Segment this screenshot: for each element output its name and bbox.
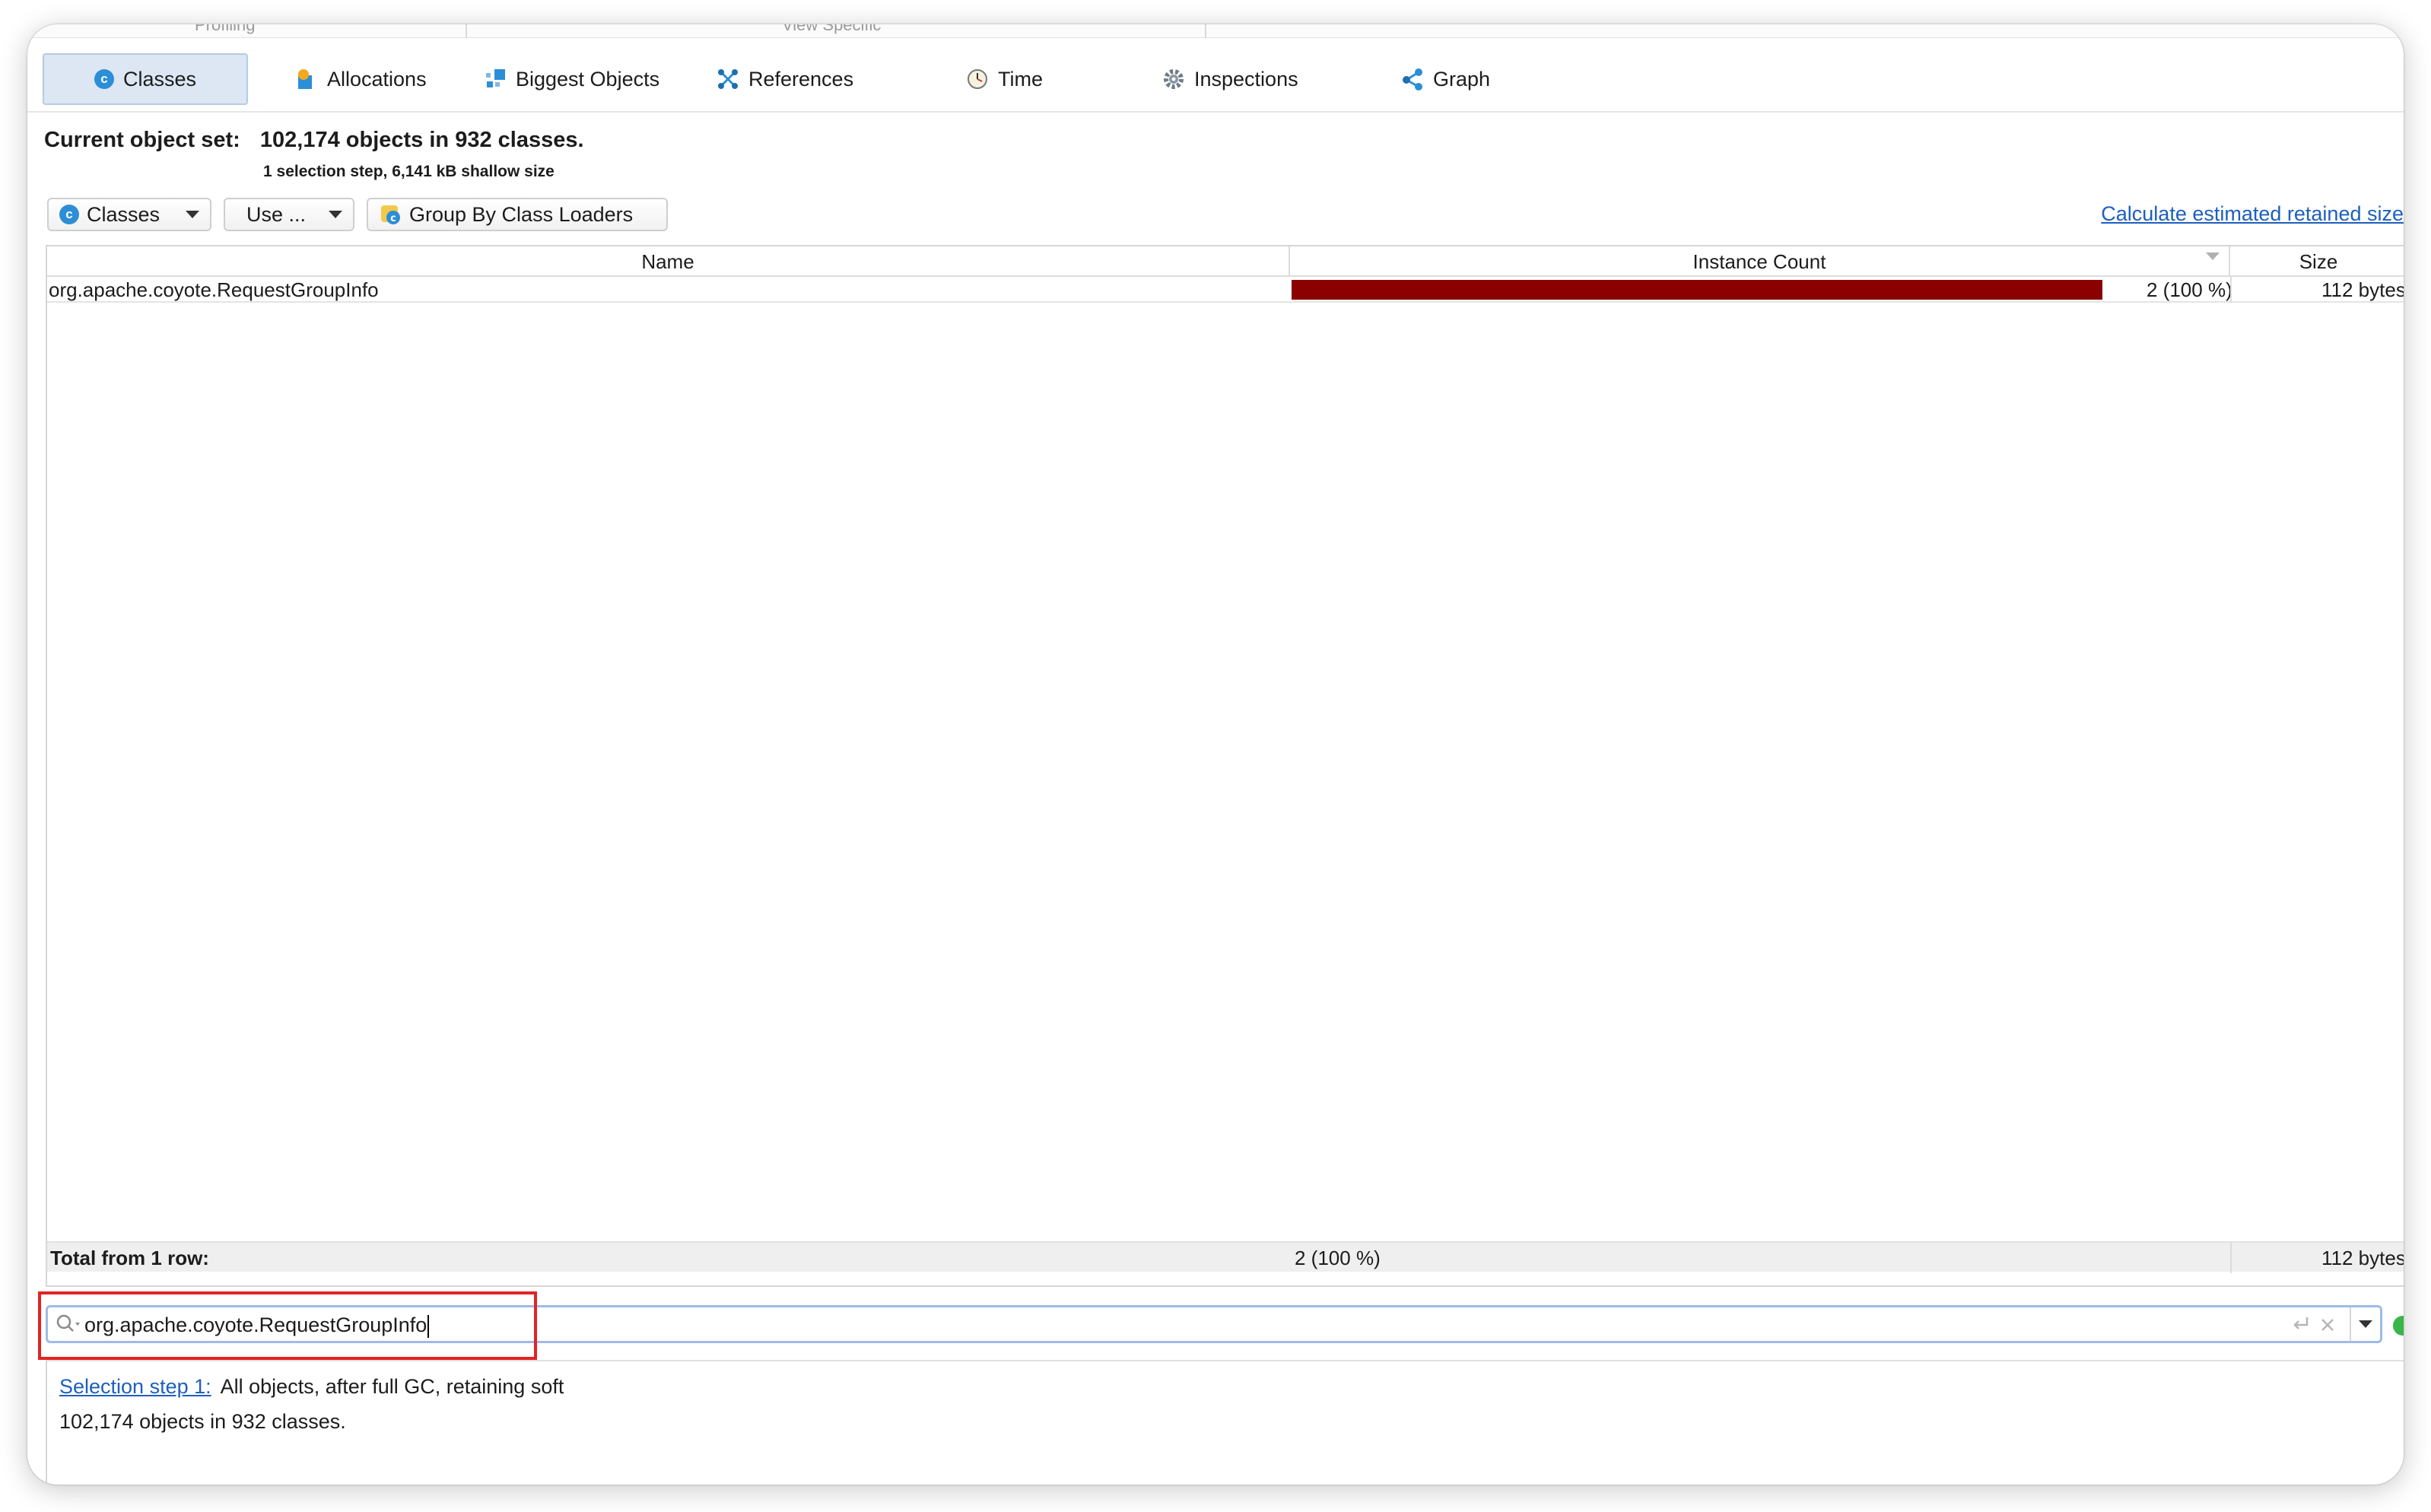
tab-label: Time [998, 67, 1043, 91]
svg-text:c: c [390, 213, 396, 224]
object-set-summary: 102,174 objects in 932 classes. [259, 128, 584, 152]
gear-icon [1162, 68, 1185, 91]
column-header-size[interactable]: Size [2230, 246, 2404, 277]
column-divider [2230, 277, 2232, 303]
class-loader-icon: c [379, 203, 402, 226]
allocations-icon [295, 68, 318, 91]
references-icon [717, 68, 739, 91]
selection-step-description: All objects, after full GC, retaining so… [220, 1375, 564, 1398]
column-header-instance-count[interactable]: Instance Count [1290, 246, 2230, 277]
clear-icon[interactable] [2318, 1313, 2337, 1339]
tab-time[interactable]: Time [955, 53, 1053, 105]
chevron-down-icon [186, 211, 199, 218]
instance-count-bar [1292, 280, 2102, 300]
calculate-retained-size-link[interactable]: Calculate estimated retained size [2101, 202, 2404, 226]
group-label-profiling: Profiling [195, 24, 256, 34]
tab-label: Graph [1433, 67, 1491, 91]
status-indicator-icon [2393, 1316, 2404, 1336]
column-divider [2230, 1243, 2232, 1273]
selection-step-link[interactable]: Selection step 1: [59, 1375, 211, 1398]
tab-label: Classes [123, 67, 197, 91]
view-select-dropdown[interactable]: c Classes [47, 198, 211, 231]
tab-biggest-objects[interactable]: Biggest Objects [473, 53, 670, 105]
total-size: 112 bytes [2321, 1247, 2404, 1269]
search-highlight-box [38, 1291, 537, 1360]
group-separator [466, 24, 467, 38]
biggest-objects-icon [484, 68, 507, 91]
group-label-view-specific: View Specific [782, 24, 882, 34]
search-history-dropdown[interactable] [2350, 1307, 2380, 1341]
tab-allocations[interactable]: Allocations [284, 53, 437, 105]
object-set-label: Current object set: [44, 128, 240, 152]
class-icon: c [59, 205, 79, 224]
cell-class-name: org.apache.coyote.RequestGroupInfo [49, 278, 379, 301]
enter-icon[interactable] [2290, 1313, 2312, 1339]
view-select-value: Classes [87, 202, 160, 226]
cell-size: 112 bytes [2321, 278, 2404, 301]
object-set-detail: 1 selection step, 6,141 kB shallow size [263, 163, 555, 180]
chevron-down-icon [2359, 1320, 2372, 1328]
selection-step-line: Selection step 1: All objects, after full… [59, 1375, 564, 1399]
sort-descending-icon [2206, 253, 2220, 260]
selection-summary: 102,174 objects in 932 classes. [59, 1410, 346, 1433]
tab-label: References [748, 67, 854, 91]
tab-graph[interactable]: Graph [1390, 53, 1501, 105]
cell-instance-count: 2 (100 %) [2147, 278, 2232, 301]
graph-icon [1401, 68, 1424, 91]
selection-info-panel: Selection step 1: All objects, after full… [46, 1360, 2404, 1485]
tab-label: Allocations [327, 67, 427, 91]
class-icon: c [94, 69, 114, 89]
tab-group-bar: Profiling View Specific [27, 24, 2404, 38]
tab-references[interactable]: References [706, 53, 864, 105]
heap-walker-window: Profiling View Specific c Classes Alloca… [27, 24, 2404, 1485]
group-separator [1205, 24, 1206, 38]
column-header-name[interactable]: Name [47, 246, 1290, 277]
total-label: Total from 1 row: [50, 1247, 209, 1269]
column-header-label: Instance Count [1692, 250, 1826, 273]
view-tab-bar: c Classes Allocations Biggest Objects Re… [27, 52, 2404, 113]
tab-classes[interactable]: c Classes [43, 53, 249, 105]
total-row: Total from 1 row: 2 (100 %) 112 bytes [47, 1241, 2404, 1273]
group-button-label: Group By Class Loaders [409, 202, 634, 226]
clock-icon [966, 68, 989, 91]
group-by-class-loaders-button[interactable]: c Group By Class Loaders [367, 198, 668, 231]
use-button-label: Use ... [246, 202, 307, 226]
table-row[interactable]: org.apache.coyote.RequestGroupInfo 2 (10… [47, 277, 2404, 303]
total-count: 2 (100 %) [1295, 1247, 1381, 1269]
current-object-set: Current object set: 102,174 objects in 9… [44, 128, 584, 153]
tab-label: Biggest Objects [516, 67, 660, 91]
chevron-down-icon [329, 211, 342, 218]
tab-inspections[interactable]: Inspections [1152, 53, 1309, 105]
tab-label: Inspections [1194, 67, 1298, 91]
table-header: Name Instance Count Size [47, 246, 2404, 277]
use-button[interactable]: Use ... [224, 198, 354, 231]
classes-table: Name Instance Count Size org.apache.coyo… [46, 245, 2404, 1287]
